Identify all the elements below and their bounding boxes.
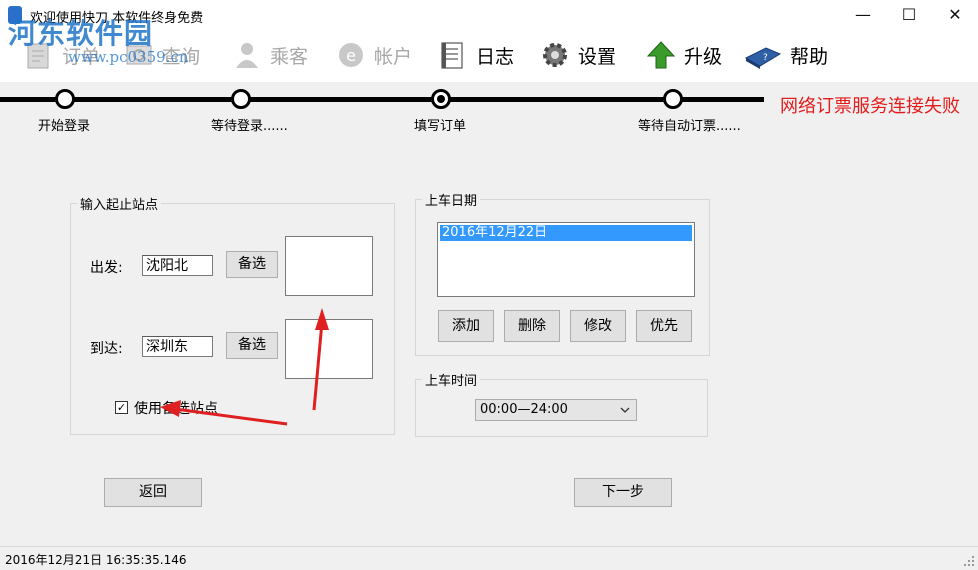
to-alt-button[interactable]: 备选 [226,332,278,359]
step-dot-wait-login [231,89,251,109]
date-group-title: 上车日期 [422,190,481,209]
toolbar-help-label: 帮助 [790,45,829,68]
step-label-fill-order: 填写订单 [414,119,467,134]
step-dot-login [55,89,75,109]
progress-line [0,97,764,102]
step-dot-fill-order [431,89,451,109]
delete-date-button[interactable]: 删除 [504,310,560,342]
back-button[interactable]: 返回 [104,478,202,507]
date-list[interactable]: 2016年12月22日 [437,222,695,297]
watermark-logo: 河东软件园 www.pc0359.cn [8,12,189,66]
toolbar-settings-button[interactable]: 设置 [540,38,616,72]
toolbar-account-label: 帐户 [374,45,413,68]
toolbar-account-button[interactable]: e 帐户 [336,38,412,72]
from-alt-list[interactable] [285,236,373,296]
step-label-login: 开始登录 [38,119,91,134]
account-icon: e [336,40,366,70]
step-label-auto-book: 等待自动订票...... [638,119,741,134]
to-label: 到达: [90,341,123,357]
close-button[interactable]: ✕ [932,0,978,30]
connection-status: 网络订票服务连接失败 [780,96,960,117]
stations-group-title: 输入起止站点 [77,194,162,213]
next-button[interactable]: 下一步 [574,478,672,507]
resize-grip-icon[interactable] [963,555,975,567]
svg-text:e: e [346,46,356,65]
toolbar-upgrade-label: 升级 [684,45,723,68]
from-station-input[interactable]: 沈阳北 [142,255,213,276]
minimize-button[interactable]: — [840,0,886,30]
passenger-icon [232,40,262,70]
use-alt-checkbox[interactable]: ✓ [115,401,128,414]
upgrade-arrow-icon [646,40,676,70]
toolbar-upgrade-button[interactable]: 升级 [646,38,722,72]
time-group-title: 上车时间 [422,370,481,389]
from-alt-button[interactable]: 备选 [226,251,278,278]
priority-date-button[interactable]: 优先 [636,310,692,342]
help-book-icon: ? [744,40,782,70]
status-bar: 2016年12月21日 16:35:35.146 [0,546,978,570]
step-label-wait-login: 等待登录...... [211,119,288,134]
gear-icon [540,40,570,70]
chevron-down-icon [620,400,630,427]
toolbar-help-button[interactable]: ? 帮助 [744,38,828,72]
log-icon [438,40,468,70]
watermark-text: 河东软件园 [8,17,154,50]
toolbar-log-label: 日志 [476,45,515,68]
svg-text:?: ? [763,53,768,63]
toolbar-passenger-button[interactable]: 乘客 [232,38,308,72]
maximize-button[interactable]: ☐ [886,0,932,30]
step-dot-auto-book [663,89,683,109]
status-timestamp: 2016年12月21日 16:35:35.146 [5,553,187,567]
from-label: 出发: [90,260,123,276]
watermark-url: www.pc0359.cn [68,48,189,66]
time-range-select[interactable]: 00:00—24:00 [475,399,637,421]
use-alt-label: 使用备选站点 [134,401,218,417]
add-date-button[interactable]: 添加 [438,310,494,342]
date-list-item[interactable]: 2016年12月22日 [440,225,692,241]
to-station-input[interactable]: 深圳东 [142,336,213,357]
toolbar-settings-label: 设置 [578,45,617,68]
toolbar-log-button[interactable]: 日志 [438,38,514,72]
toolbar-passenger-label: 乘客 [270,45,309,68]
edit-date-button[interactable]: 修改 [570,310,626,342]
to-alt-list[interactable] [285,319,373,379]
time-range-value: 00:00—24:00 [480,402,568,417]
